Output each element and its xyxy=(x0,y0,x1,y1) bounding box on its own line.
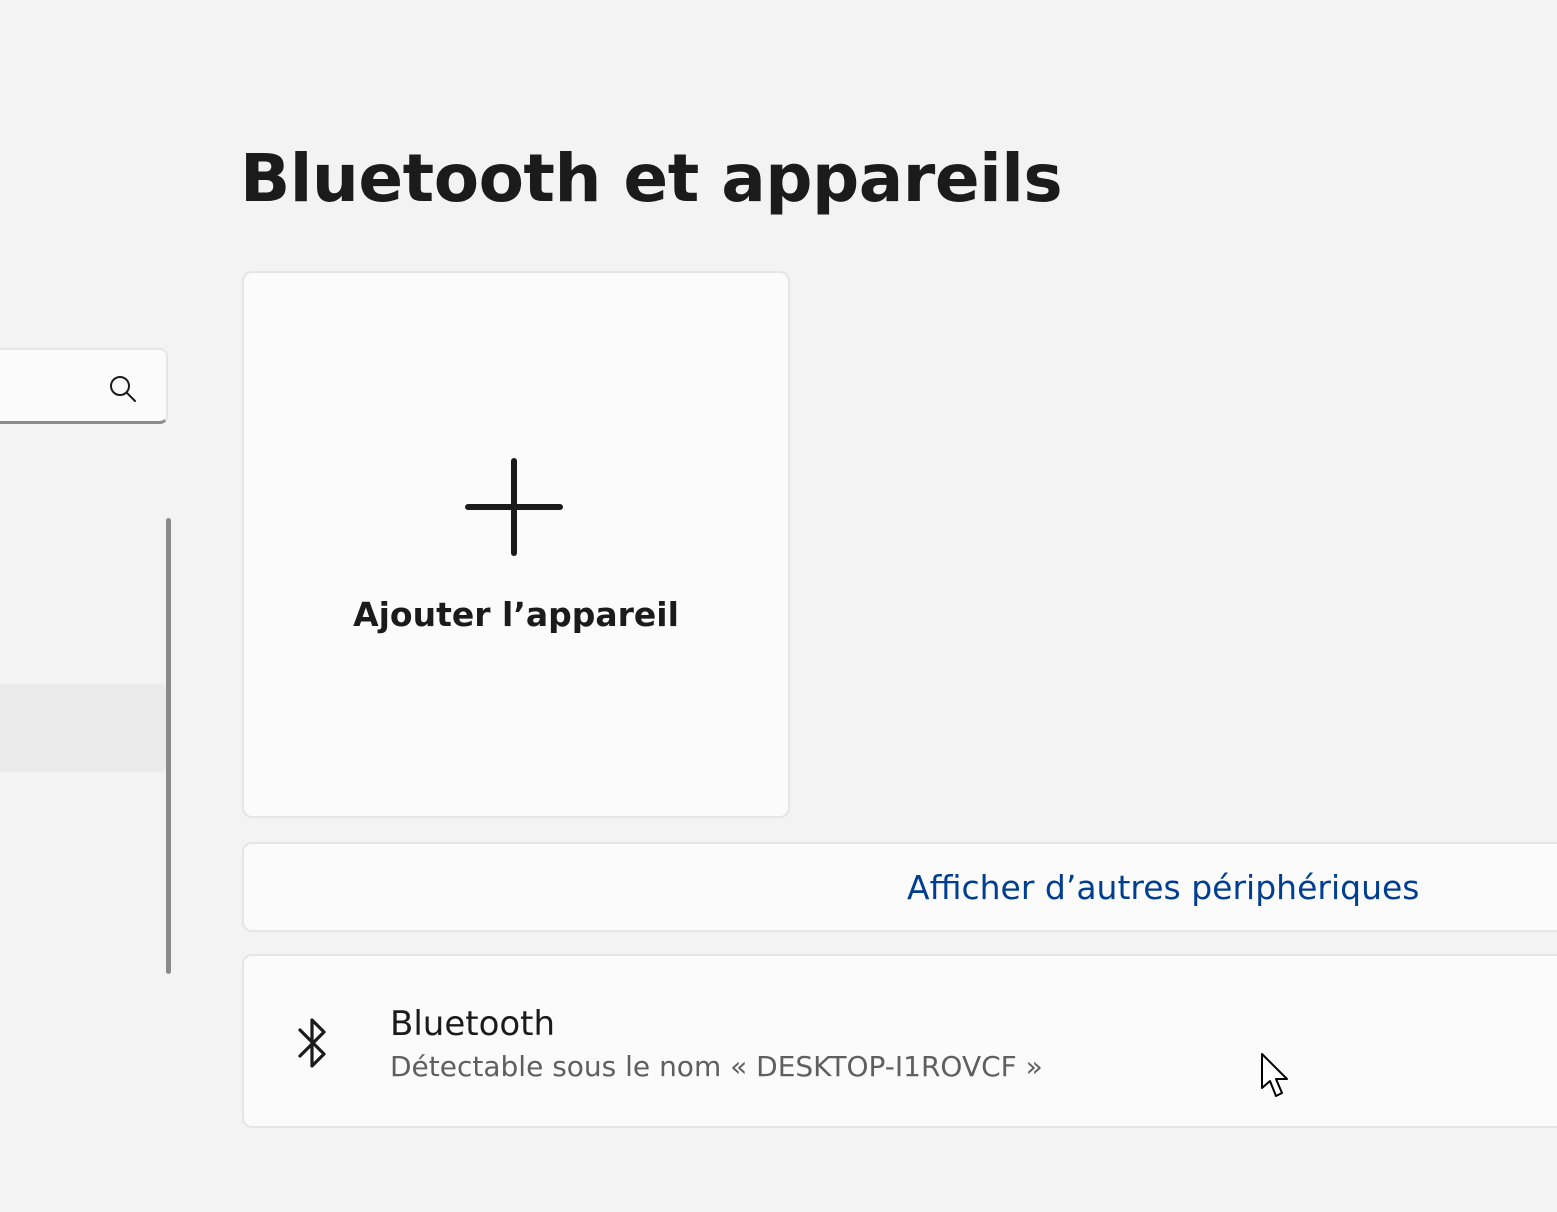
add-device-label: Ajouter l’appareil xyxy=(353,595,679,634)
search-input[interactable] xyxy=(0,348,168,424)
page-title: Bluetooth et appareils xyxy=(240,140,1063,217)
bluetooth-row[interactable]: Bluetooth Détectable sous le nom « DESKT… xyxy=(242,954,1557,1128)
bluetooth-title: Bluetooth xyxy=(390,1004,556,1044)
mouse-pointer-icon xyxy=(1261,1053,1288,1097)
nav-item-selected[interactable] xyxy=(0,684,166,772)
add-device-button[interactable]: Ajouter l’appareil xyxy=(242,271,790,818)
more-devices-row: Afficher d’autres périphériques xyxy=(242,842,1557,932)
plus-icon xyxy=(465,458,563,556)
bluetooth-status: Détectable sous le nom « DESKTOP-I1ROVCF… xyxy=(390,1050,1043,1083)
search-icon xyxy=(110,376,136,402)
settings-window: Bluetooth et appareils Ajouter l’apparei… xyxy=(0,0,1557,1212)
bluetooth-icon xyxy=(298,1018,326,1068)
nav-scrollbar[interactable] xyxy=(166,518,171,974)
more-devices-link[interactable]: Afficher d’autres périphériques xyxy=(907,868,1419,907)
